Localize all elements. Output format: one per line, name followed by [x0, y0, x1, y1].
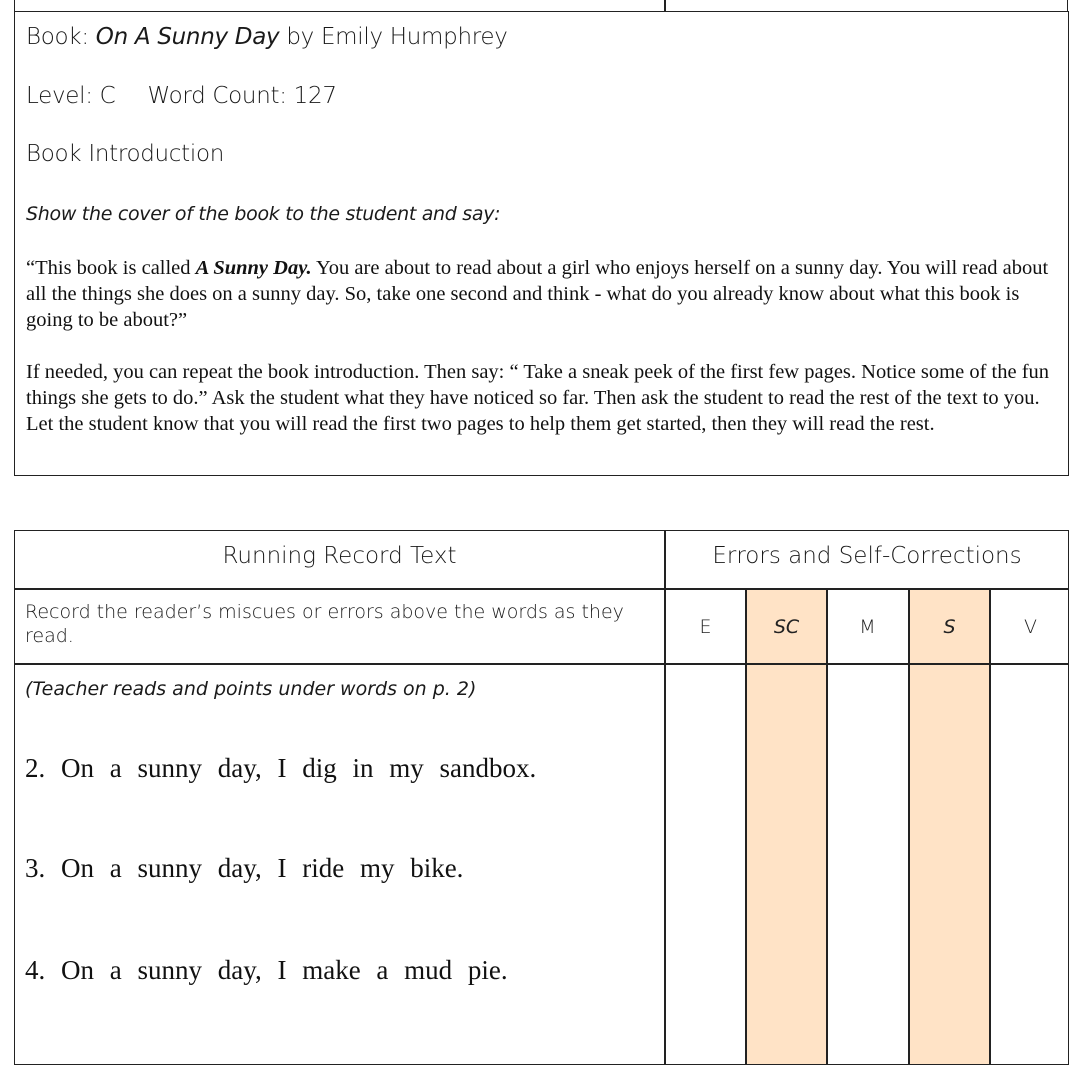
intro-heading: Book Introduction: [26, 141, 225, 167]
intro-book-title: A Sunny Day.: [195, 257, 312, 279]
col-m: M: [859, 616, 876, 638]
sentence-page-2: 2. On a sunny day, I dig in my sandbox.: [25, 753, 537, 783]
col-s: S: [943, 616, 956, 638]
book-author: by Emily Humphrey: [286, 24, 508, 50]
errors-header: Errors and Self-Corrections: [712, 543, 1022, 569]
col-sc: SC: [773, 616, 800, 638]
e-sc-divider: [745, 589, 747, 1064]
teacher-note: (Teacher reads and points under words on…: [25, 678, 477, 700]
word-count: Word Count: 127: [147, 83, 337, 109]
column-divider: [664, 0, 666, 11]
intro-instruction: Show the cover of the book to the studen…: [26, 203, 501, 225]
s-column-highlight: [909, 589, 990, 1064]
col-e: E: [699, 616, 712, 638]
level-line: Level: C Word Count: 127: [26, 83, 337, 109]
col-v: V: [1024, 616, 1037, 638]
book-label: Book:: [26, 24, 89, 50]
sentence-page-3: 3. On a sunny day, I ride my bike.: [25, 853, 464, 883]
intro-script: “This book is called A Sunny Day. You ar…: [26, 255, 1051, 333]
sc-column-highlight: [746, 589, 827, 1064]
m-s-divider: [908, 589, 910, 1064]
text-column-divider: [664, 531, 666, 1064]
header-row-divider: [15, 588, 1068, 590]
record-instructions: Record the reader’s miscues or errors ab…: [25, 601, 624, 647]
intro-script-start: “This book is called: [26, 257, 196, 279]
book-title: On A Sunny Day: [95, 24, 280, 50]
level-value: Level: C: [26, 83, 116, 109]
instruction-row-divider: [15, 663, 1068, 665]
book-info-box: Book: On A Sunny Day by Emily Humphrey L…: [14, 11, 1069, 476]
sentence-page-4: 4. On a sunny day, I make a mud pie.: [25, 955, 508, 985]
running-record-header: Running Record Text: [222, 543, 457, 569]
intro-followup: If needed, you can repeat the book intro…: [26, 361, 1050, 435]
previous-table-bottom: [14, 0, 1068, 11]
running-record-table: Running Record Text Errors and Self-Corr…: [14, 530, 1069, 1065]
sc-m-divider: [826, 589, 828, 1064]
s-v-divider: [989, 589, 991, 1064]
book-line: Book: On A Sunny Day by Emily Humphrey: [26, 24, 508, 50]
